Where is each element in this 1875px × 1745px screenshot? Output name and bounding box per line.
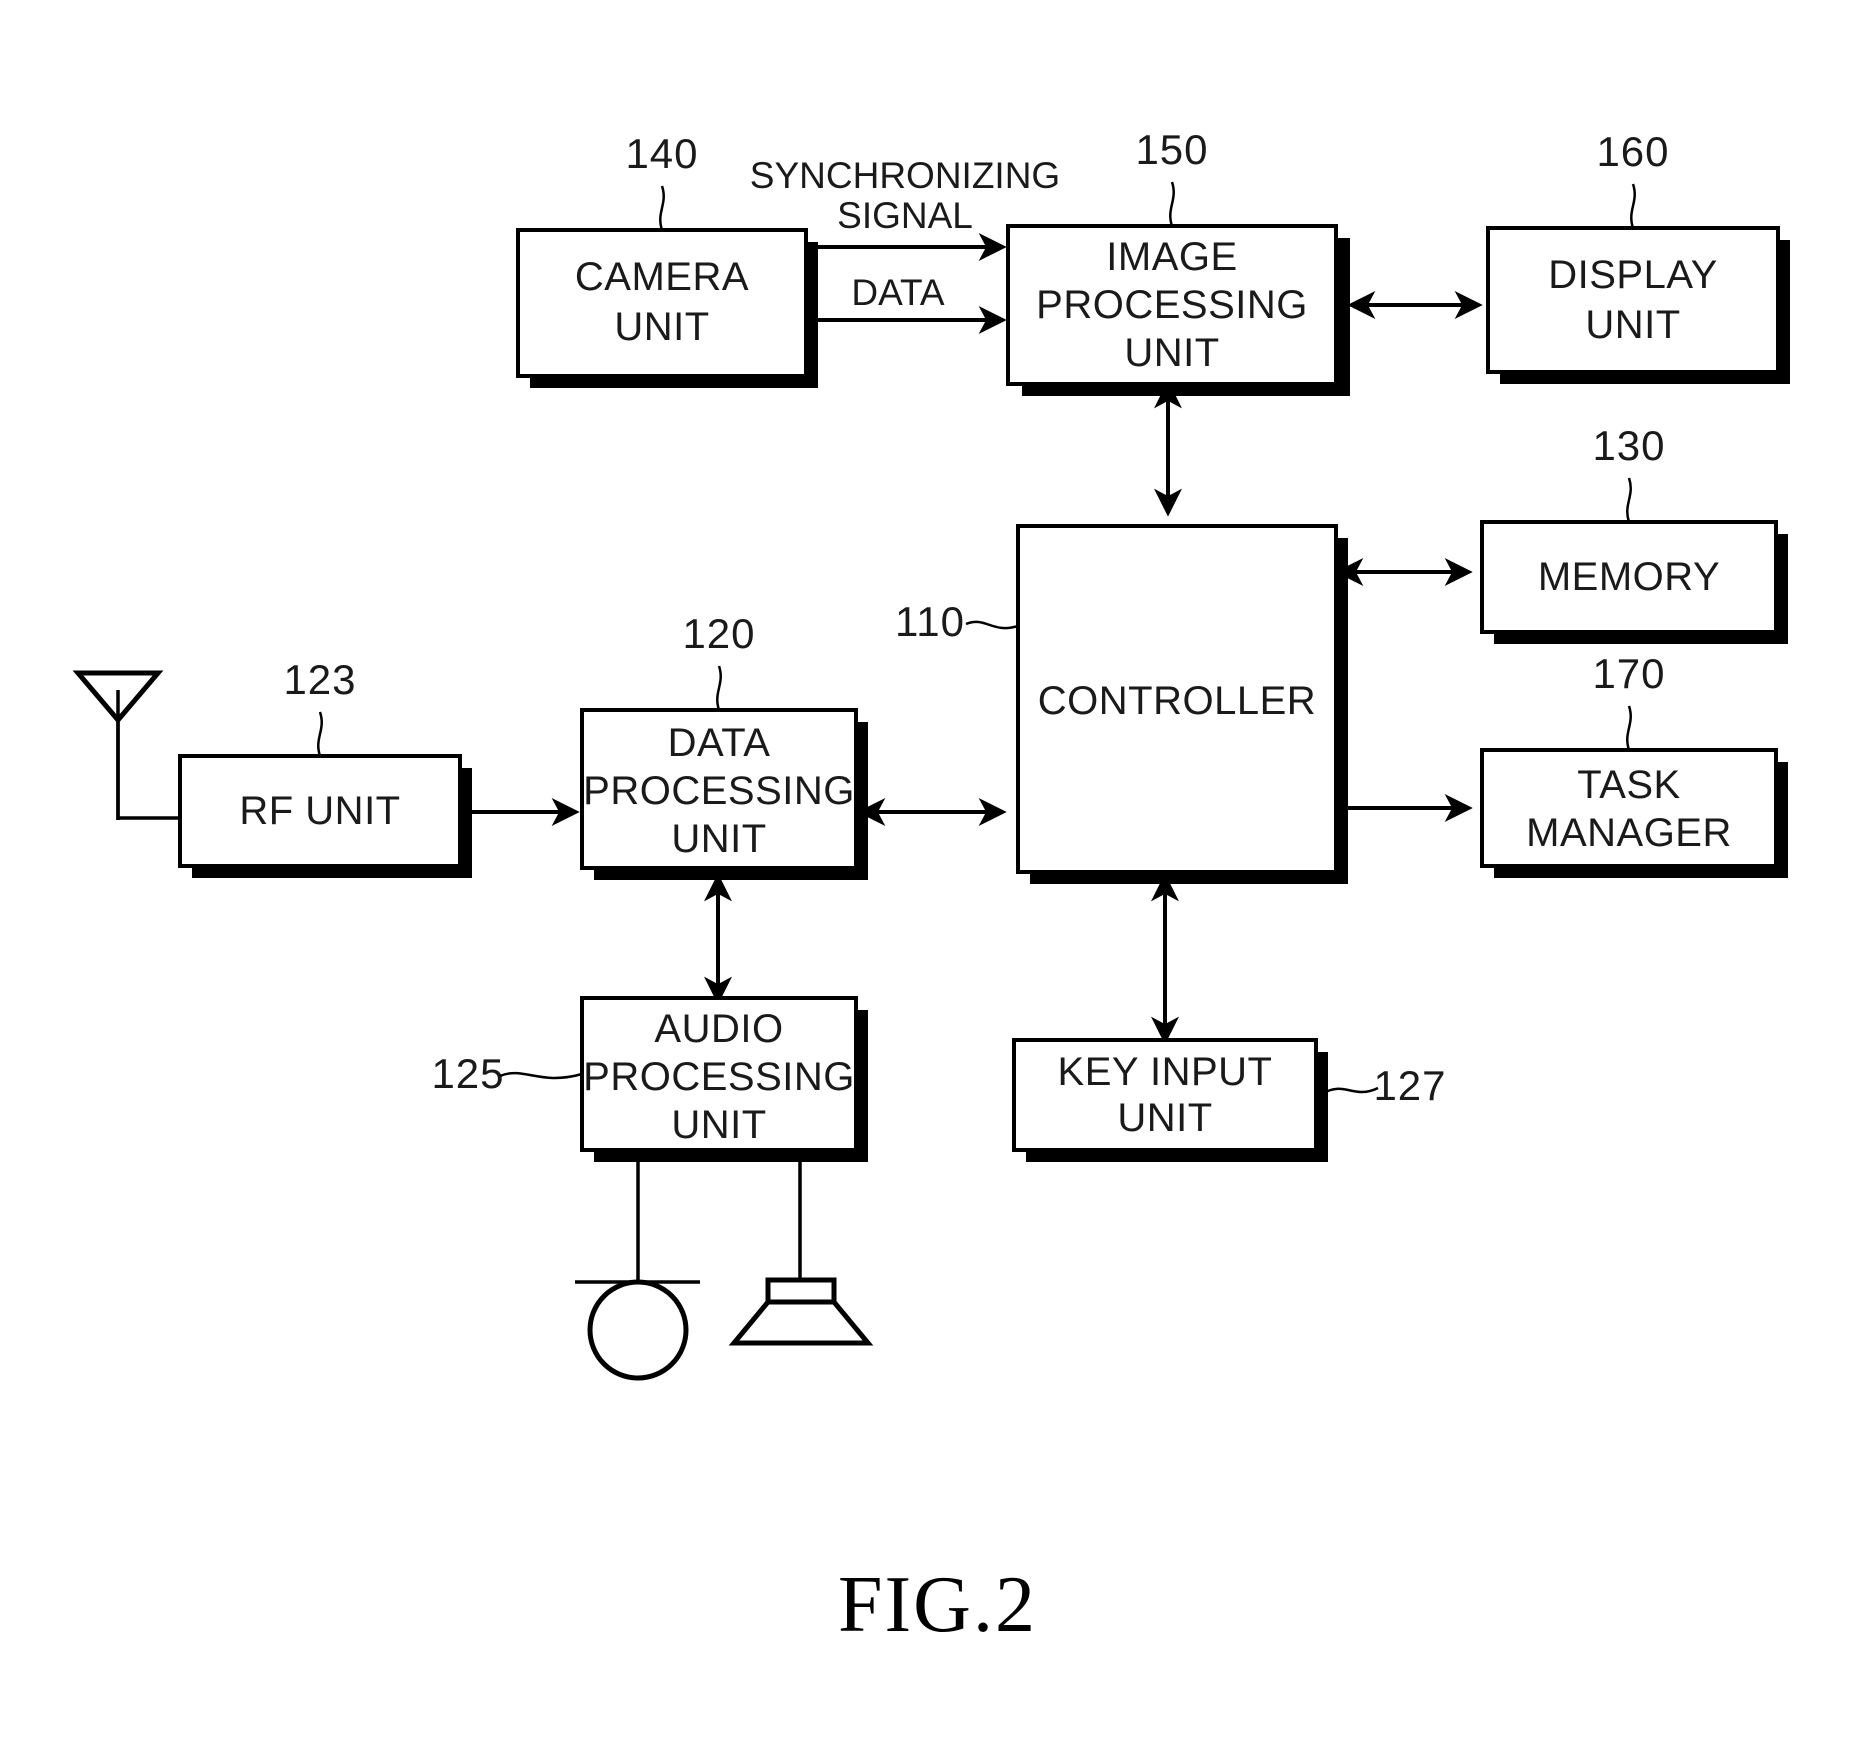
key-input-unit-label-line1: KEY INPUT — [1058, 1050, 1273, 1094]
edge-label-sync-line1: SYNCHRONIZING — [750, 155, 1060, 196]
ref-number-110: 110 — [895, 598, 965, 645]
ref-number-130: 130 — [1592, 422, 1665, 469]
block-display-unit[interactable]: DISPLAY UNIT — [1486, 226, 1780, 374]
ref-number-160: 160 — [1596, 128, 1669, 175]
audio-processing-unit-label-line1: AUDIO — [654, 1007, 783, 1051]
leader-150 — [1169, 181, 1175, 227]
audio-processing-unit-label-line2: PROCESSING — [583, 1055, 855, 1099]
block-data-processing-unit[interactable]: DATA PROCESSING UNIT — [580, 708, 858, 870]
leader-140 — [659, 185, 665, 231]
microphone-icon — [575, 1279, 700, 1381]
leader-170 — [1626, 705, 1632, 751]
ref-number-123: 123 — [283, 656, 356, 703]
image-processing-unit-label-line1: IMAGE — [1106, 235, 1237, 279]
ref-number-125: 125 — [431, 1050, 504, 1097]
task-manager-label-line2: MANAGER — [1526, 811, 1732, 855]
audio-processing-unit-label-line3: UNIT — [671, 1103, 766, 1147]
camera-unit-box[interactable] — [516, 228, 808, 378]
ref-number-127: 127 — [1373, 1062, 1446, 1109]
block-memory[interactable]: MEMORY — [1480, 520, 1778, 634]
block-camera-unit[interactable]: CAMERA UNIT — [516, 228, 808, 378]
display-unit-label-line1: DISPLAY — [1548, 253, 1718, 297]
leader-125 — [499, 1071, 583, 1080]
block-rf-unit[interactable]: RF UNIT — [178, 754, 462, 868]
leader-130 — [1626, 477, 1632, 523]
block-controller[interactable]: CONTROLLER — [1016, 524, 1338, 874]
block-key-input-unit[interactable]: KEY INPUT UNIT — [1012, 1038, 1318, 1152]
leader-123 — [317, 711, 323, 757]
display-unit-label-line2: UNIT — [1585, 303, 1680, 347]
data-processing-unit-label-line2: PROCESSING — [583, 769, 855, 813]
rf-unit-label: RF UNIT — [239, 789, 400, 833]
leader-110 — [965, 620, 1019, 630]
camera-unit-label-line2: UNIT — [614, 305, 709, 349]
edge-label-data: DATA — [851, 272, 945, 313]
controller-label: CONTROLLER — [1038, 679, 1316, 723]
speaker-icon — [728, 1277, 874, 1346]
data-processing-unit-label-line3: UNIT — [671, 817, 766, 861]
block-diagram: CAMERA UNIT 140 IMAGE PROCESSING UNIT 15… — [72, 126, 1790, 1381]
block-image-processing-unit[interactable]: IMAGE PROCESSING UNIT — [1006, 224, 1338, 386]
figure-page: CAMERA UNIT 140 IMAGE PROCESSING UNIT 15… — [0, 0, 1875, 1745]
block-audio-processing-unit[interactable]: AUDIO PROCESSING UNIT — [580, 996, 858, 1152]
leader-120 — [716, 665, 722, 711]
image-processing-unit-label-line3: UNIT — [1124, 331, 1219, 375]
block-task-manager[interactable]: TASK MANAGER — [1480, 748, 1778, 868]
leader-160 — [1630, 183, 1636, 229]
memory-label: MEMORY — [1538, 555, 1720, 599]
ref-number-120: 120 — [682, 610, 755, 657]
ref-number-150: 150 — [1135, 126, 1208, 173]
display-unit-box[interactable] — [1486, 226, 1780, 374]
camera-unit-label-line1: CAMERA — [575, 255, 749, 299]
edge-label-sync-line2: SIGNAL — [837, 195, 973, 236]
ref-number-170: 170 — [1592, 650, 1665, 697]
ref-number-140: 140 — [625, 130, 698, 177]
data-processing-unit-label-line1: DATA — [668, 721, 771, 765]
task-manager-label-line1: TASK — [1577, 763, 1681, 807]
leader-127 — [1321, 1086, 1379, 1096]
key-input-unit-label-line2: UNIT — [1117, 1096, 1212, 1140]
image-processing-unit-label-line2: PROCESSING — [1036, 283, 1308, 327]
figure-caption: FIG.2 — [838, 1561, 1037, 1649]
